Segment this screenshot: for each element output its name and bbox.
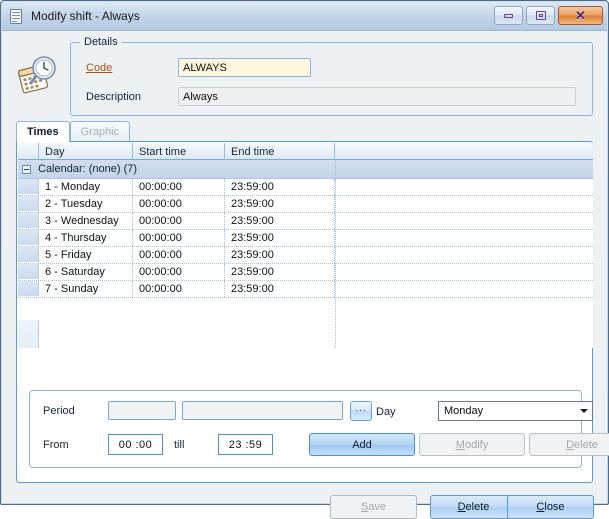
row-indicator[interactable] <box>18 196 39 212</box>
table-row[interactable]: 4 - Thursday 00:00:00 23:59:00 <box>18 230 593 247</box>
grid-group-label: Calendar: (none) (7) <box>38 163 138 175</box>
table-row[interactable]: 2 - Tuesday 00:00:00 23:59:00 <box>18 196 593 213</box>
till-time-input[interactable]: 23 :59 <box>218 434 273 455</box>
till-label: till <box>174 439 185 451</box>
period-label: Period <box>43 405 75 417</box>
row-indicator[interactable] <box>18 213 39 229</box>
cell-start-time[interactable]: 00:00:00 <box>133 196 225 212</box>
table-row[interactable]: 7 - Sunday 00:00:00 23:59:00 <box>18 281 593 298</box>
maximize-button[interactable] <box>526 6 555 25</box>
code-input[interactable] <box>178 58 311 77</box>
row-indicator[interactable] <box>18 281 39 297</box>
cell-start-time[interactable]: 00:00:00 <box>133 264 225 280</box>
row-indicator[interactable] <box>18 247 39 263</box>
grid-header-start-time[interactable]: Start time <box>133 143 225 160</box>
close-dialog-button[interactable]: Close <box>507 495 594 519</box>
grid-header-row: Day Start time End time <box>18 143 593 160</box>
cell-start-time[interactable]: 00:00:00 <box>133 281 225 297</box>
grid-group-row[interactable]: Calendar: (none) (7) <box>18 160 593 179</box>
description-input[interactable] <box>178 87 576 106</box>
table-row[interactable]: 5 - Friday 00:00:00 23:59:00 <box>18 247 593 264</box>
add-button[interactable]: Add <box>309 433 415 456</box>
modify-shift-window: Modify shift - Always ✕ Details Code ALW… <box>0 0 609 519</box>
row-indicator[interactable] <box>18 230 39 246</box>
tab-times[interactable]: Times <box>16 121 70 142</box>
table-row[interactable]: 1 - Monday 00:00:00 23:59:00 <box>18 179 593 196</box>
grid-empty-indicator <box>18 320 39 348</box>
collapse-icon[interactable] <box>22 164 31 174</box>
grid-header-day[interactable]: Day <box>39 143 133 160</box>
details-legend: Details <box>80 36 122 48</box>
grid-body: 1 - Monday 00:00:00 23:59:00 2 - Tuesday 00:… <box>18 179 593 298</box>
day-label: Day <box>376 406 396 418</box>
time-editor-panel: Period ... Day Monday From 00 :00 till 2… <box>29 390 609 468</box>
client-area: Details Code Description Times Graphic D… <box>2 30 609 519</box>
cell-day[interactable]: 3 - Wednesday <box>39 213 133 229</box>
period-start-input[interactable] <box>108 401 176 420</box>
day-select[interactable]: Monday <box>438 401 593 421</box>
grid-header-indicator <box>18 143 39 160</box>
delete-button[interactable]: Delete <box>430 495 517 519</box>
tab-strip: Times Graphic <box>16 121 131 142</box>
from-label: From <box>43 439 69 451</box>
cell-start-time[interactable]: 00:00:00 <box>133 230 225 246</box>
cell-end-time[interactable]: 23:59:00 <box>225 213 335 229</box>
table-row[interactable]: 6 - Saturday 00:00:00 23:59:00 <box>18 264 593 281</box>
cell-start-time[interactable]: 00:00:00 <box>133 213 225 229</box>
cell-start-time[interactable]: 00:00:00 <box>133 179 225 195</box>
cell-day[interactable]: 5 - Friday <box>39 247 133 263</box>
minimize-icon <box>504 13 513 18</box>
from-time-input[interactable]: 00 :00 <box>108 434 163 455</box>
period-end-input[interactable] <box>182 401 343 420</box>
day-select-value: Monday <box>444 405 484 417</box>
cell-end-time[interactable]: 23:59:00 <box>225 196 335 212</box>
shift-times-grid: Day Start time End time Calendar: (none)… <box>18 143 593 348</box>
cell-day[interactable]: 2 - Tuesday <box>39 196 133 212</box>
cell-start-time[interactable]: 00:00:00 <box>133 247 225 263</box>
chevron-down-icon[interactable] <box>575 402 592 420</box>
tab-graphic[interactable]: Graphic <box>69 121 131 142</box>
close-button[interactable]: ✕ <box>558 6 603 25</box>
cell-day[interactable]: 4 - Thursday <box>39 230 133 246</box>
cell-end-time[interactable]: 23:59:00 <box>225 281 335 297</box>
grid-right-divider <box>335 160 336 348</box>
table-row[interactable]: 3 - Wednesday 00:00:00 23:59:00 <box>18 213 593 230</box>
times-tab-panel: Day Start time End time Calendar: (none)… <box>16 141 609 483</box>
close-icon: ✕ <box>575 8 586 23</box>
cell-day[interactable]: 1 - Monday <box>39 179 133 195</box>
maximize-icon <box>535 11 546 20</box>
row-indicator[interactable] <box>18 179 39 195</box>
delete-row-button[interactable]: Delete <box>529 433 609 456</box>
title-bar: Modify shift - Always ✕ <box>2 2 607 30</box>
calendar-clock-icon <box>17 56 56 94</box>
minimize-button[interactable] <box>494 6 523 25</box>
modify-button[interactable]: Modify <box>419 433 525 456</box>
save-button[interactable]: Save <box>330 495 417 519</box>
document-icon <box>9 8 24 24</box>
cell-end-time[interactable]: 23:59:00 <box>225 179 335 195</box>
description-label: Description <box>86 91 142 103</box>
period-browse-button[interactable]: ... <box>350 401 372 421</box>
window-title: Modify shift - Always <box>31 9 140 23</box>
cell-end-time[interactable]: 23:59:00 <box>225 264 335 280</box>
window-controls: ✕ <box>494 6 603 25</box>
code-label: Code <box>86 62 113 74</box>
cell-end-time[interactable]: 23:59:00 <box>225 230 335 246</box>
grid-header-end-time[interactable]: End time <box>225 143 335 160</box>
row-indicator[interactable] <box>18 264 39 280</box>
cell-end-time[interactable]: 23:59:00 <box>225 247 335 263</box>
cell-day[interactable]: 6 - Saturday <box>39 264 133 280</box>
cell-day[interactable]: 7 - Sunday <box>39 281 133 297</box>
